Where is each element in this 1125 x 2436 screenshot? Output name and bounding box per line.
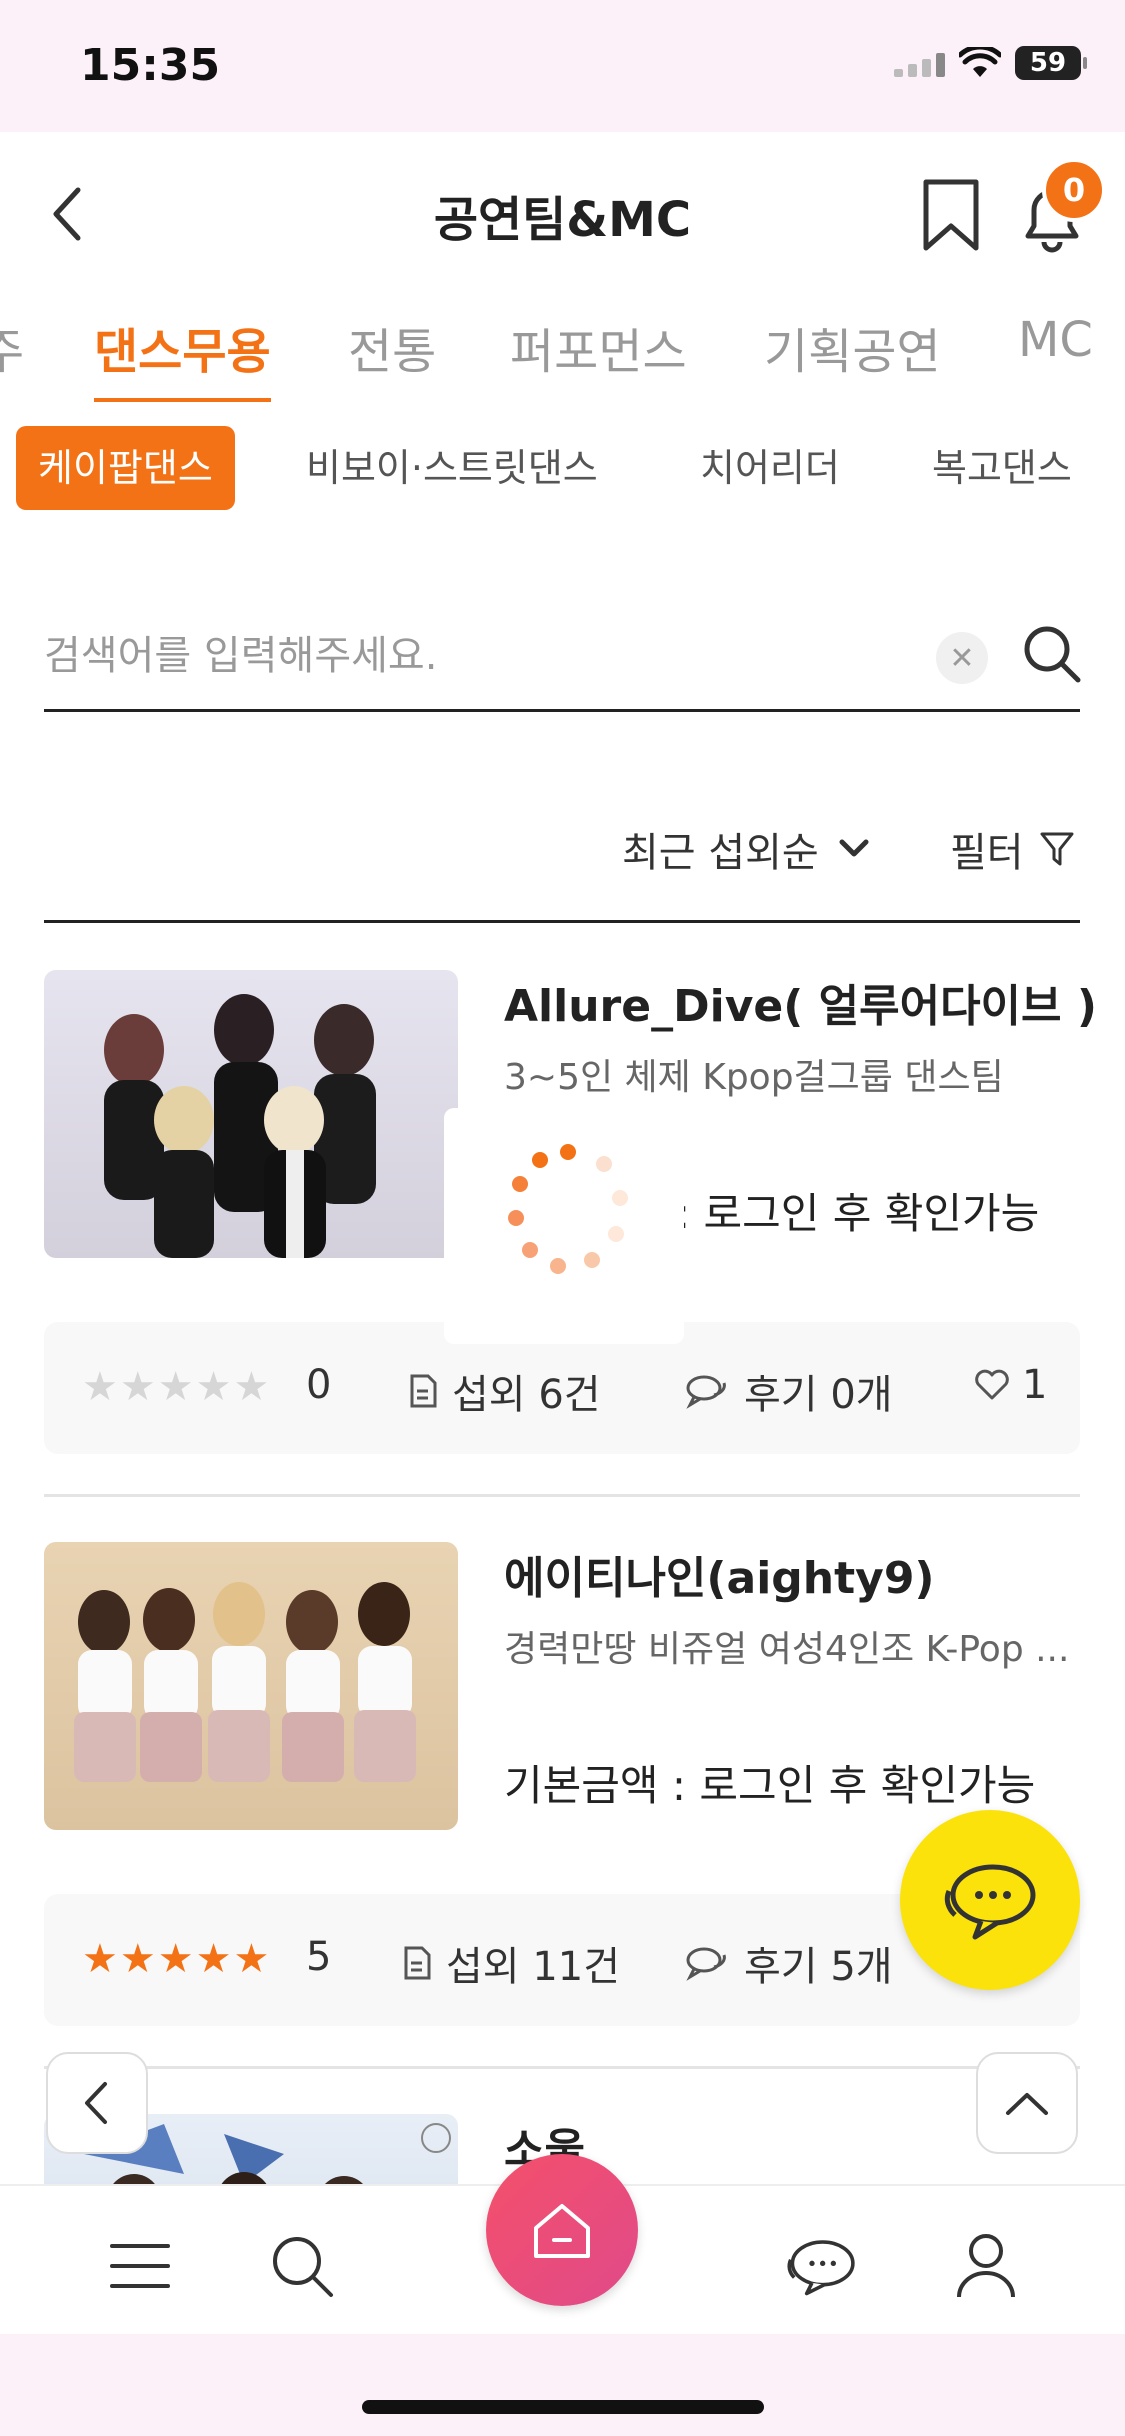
home-button[interactable] bbox=[486, 2154, 638, 2306]
chat-icon bbox=[787, 2240, 855, 2296]
clear-icon[interactable]: ✕ bbox=[936, 632, 988, 684]
notification-badge: 0 bbox=[1042, 158, 1106, 222]
bookmark-icon[interactable] bbox=[920, 178, 982, 252]
signal-icon bbox=[894, 49, 945, 77]
search-icon bbox=[273, 2237, 333, 2297]
sub-tabs: 케이팝댄스 비보이·스트릿댄스 치어리더 복고댄스 bbox=[0, 426, 1125, 516]
chat-icon bbox=[944, 1864, 1036, 1940]
kakao-chat-button[interactable] bbox=[900, 1810, 1080, 1990]
booking-count: 섭외 11건 bbox=[402, 1934, 620, 1992]
menu-button[interactable] bbox=[100, 2226, 180, 2306]
review-label: 후기 0개 bbox=[744, 1372, 893, 1418]
chat-bubbles-icon bbox=[686, 1947, 726, 1981]
rating-value: 0 bbox=[306, 1362, 332, 1408]
like-count: 1 bbox=[1022, 1362, 1048, 1408]
team-desc: 3~5인 체제 Kpop걸그룹 댄스팀 bbox=[504, 1057, 1004, 1098]
chevron-left-icon bbox=[85, 2082, 107, 2124]
review-label: 후기 5개 bbox=[744, 1944, 893, 1990]
booking-count: 섭외 6건 bbox=[408, 1362, 601, 1420]
list-divider bbox=[44, 920, 1080, 923]
rating-value: 5 bbox=[306, 1934, 332, 1980]
search-icon[interactable] bbox=[1020, 622, 1084, 686]
booking-label: 섭외 11건 bbox=[446, 1944, 621, 1990]
back-page-button[interactable] bbox=[46, 2052, 148, 2154]
team-price: 기본금액 : 로그인 후 확인가능 bbox=[504, 1761, 1036, 1810]
home-indicator bbox=[362, 2400, 764, 2414]
tab-performance[interactable]: 퍼포먼스 bbox=[510, 312, 687, 402]
divider bbox=[44, 2066, 1080, 2069]
scroll-top-button[interactable] bbox=[976, 2052, 1078, 2154]
heart-icon bbox=[975, 1369, 1009, 1400]
menu-icon bbox=[110, 2244, 170, 2288]
document-icon bbox=[404, 1946, 431, 1980]
user-icon bbox=[957, 2234, 1015, 2298]
team-name[interactable]: Allure_Dive( 얼루어다이브 ) bbox=[504, 970, 1097, 1034]
team-desc: 경력만땅 비쥬얼 여성4인조 K-Pop ... bbox=[504, 1629, 1070, 1670]
home-indicator-area bbox=[0, 2334, 1125, 2436]
tab-planned[interactable]: 기획공연 bbox=[764, 312, 941, 402]
sort-row: 최근 섭외순 필터 bbox=[0, 820, 1125, 900]
like-button[interactable]: 1 bbox=[974, 1362, 1047, 1408]
status-time: 15:35 bbox=[80, 40, 221, 91]
sort-label: 최근 섭외순 bbox=[622, 830, 819, 876]
team-photo[interactable] bbox=[44, 970, 458, 1258]
divider bbox=[44, 1494, 1080, 1497]
tab-dance[interactable]: 댄스무용 bbox=[94, 312, 271, 402]
tab-mc[interactable]: MC bbox=[1018, 312, 1093, 402]
chevron-up-icon bbox=[1006, 2093, 1048, 2115]
team-name[interactable]: 에이티나인(aighty9) bbox=[504, 1542, 935, 1606]
review-count: 후기 5개 bbox=[684, 1934, 893, 1992]
nav-search-button[interactable] bbox=[262, 2226, 342, 2306]
subtab-kpop-dance[interactable]: 케이팝댄스 bbox=[16, 426, 235, 510]
nav-chat-button[interactable] bbox=[780, 2226, 860, 2306]
subtab-retro-dance[interactable]: 복고댄스 bbox=[932, 426, 1072, 510]
team-photo[interactable] bbox=[44, 1542, 458, 1830]
header: 공연팀&MC 0 bbox=[0, 132, 1125, 300]
chevron-down-icon bbox=[839, 839, 869, 857]
star-rating-icon: ★★★★★ bbox=[82, 1364, 272, 1410]
subtab-bboy-street[interactable]: 비보이·스트릿댄스 bbox=[306, 426, 598, 510]
subtab-cheerleader[interactable]: 치어리더 bbox=[700, 426, 840, 510]
tab-traditional[interactable]: 전통 bbox=[348, 312, 436, 402]
loading-spinner bbox=[444, 1108, 684, 1344]
status-bar: 15:35 59 bbox=[0, 0, 1125, 132]
category-tabs: 주 댄스무용 전통 퍼포먼스 기획공연 MC bbox=[0, 312, 1125, 402]
chat-bubbles-icon bbox=[686, 1375, 726, 1409]
status-icons: 59 bbox=[894, 46, 1087, 80]
wifi-icon bbox=[959, 47, 1001, 77]
filter-icon bbox=[1040, 832, 1074, 866]
battery-icon: 59 bbox=[1015, 46, 1087, 80]
my-page-button[interactable] bbox=[946, 2226, 1026, 2306]
home-icon bbox=[534, 2204, 590, 2258]
sort-dropdown[interactable]: 최근 섭외순 bbox=[622, 820, 869, 878]
search-bar: ✕ bbox=[44, 602, 1081, 712]
document-icon bbox=[410, 1374, 437, 1408]
review-count: 후기 0개 bbox=[684, 1362, 893, 1420]
star-rating-icon: ★★★★★ bbox=[82, 1936, 272, 1982]
search-input[interactable] bbox=[44, 626, 924, 686]
team-price: : 로그인 후 확인가능 bbox=[676, 1189, 1040, 1238]
tab-category-0[interactable]: 주 bbox=[0, 312, 24, 402]
booking-label: 섭외 6건 bbox=[452, 1372, 601, 1418]
filter-label: 필터 bbox=[950, 830, 1024, 876]
filter-button[interactable]: 필터 bbox=[950, 820, 1074, 878]
